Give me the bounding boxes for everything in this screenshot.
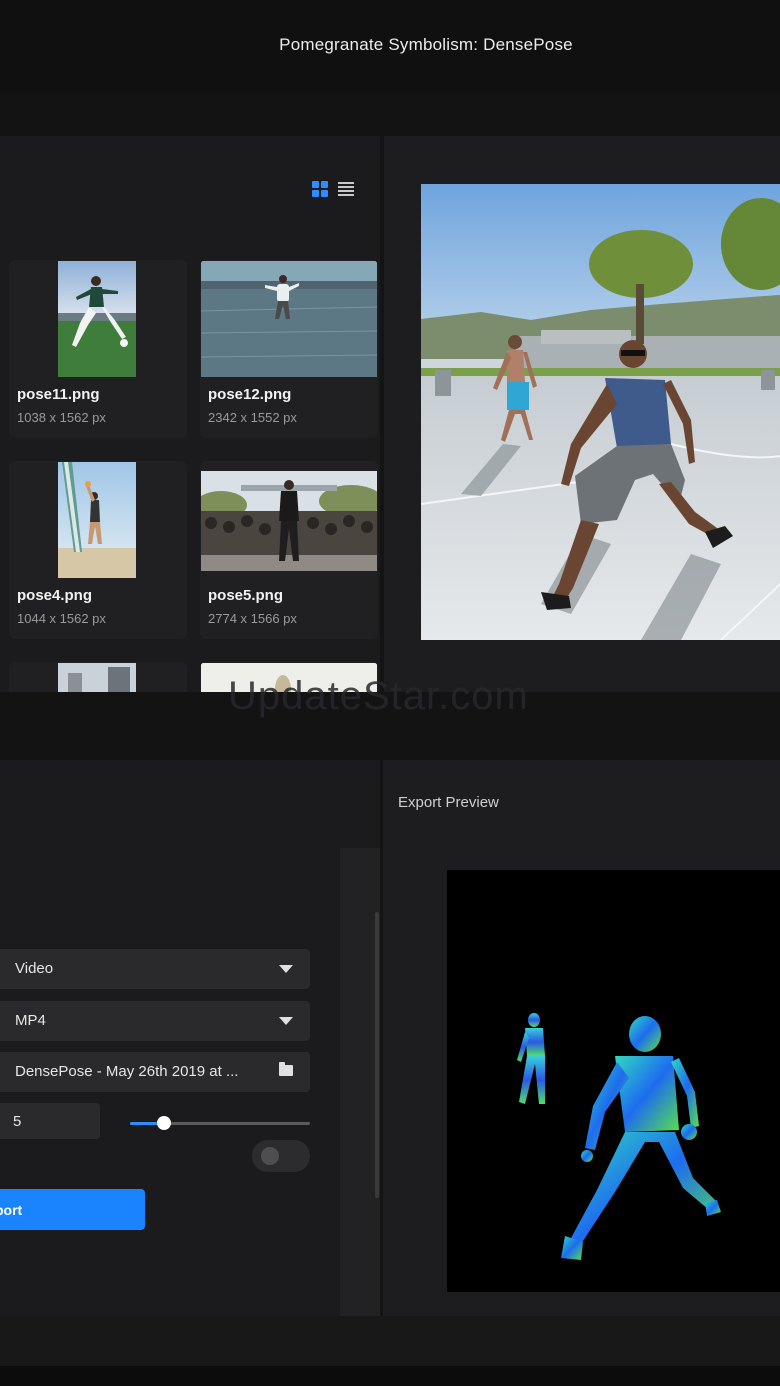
file-dimensions: 1044 x 1562 px <box>17 611 106 626</box>
preview-image <box>421 184 780 640</box>
image-gallery-panel: pose11.png 1038 x 1562 px pose12.png 234… <box>0 136 380 692</box>
toggle-knob <box>261 1147 279 1165</box>
watermark: UpdateStar.com <box>228 674 529 718</box>
thumbnail-image <box>58 261 136 377</box>
export-preview-title: Export Preview <box>398 794 499 811</box>
export-type-value: Video <box>15 960 54 977</box>
export-type-select[interactable]: Video <box>0 949 310 989</box>
toolbar-strip <box>0 92 780 136</box>
file-name: pose11.png <box>17 386 100 403</box>
window-title: Pomegranate Symbolism: DensePose <box>279 35 573 54</box>
file-dimensions: 1038 x 1562 px <box>17 410 106 425</box>
export-button-label: port <box>0 1202 23 1218</box>
destination-field[interactable]: DensePose - May 26th 2019 at ... <box>0 1052 310 1092</box>
gallery-card[interactable]: pose5.png 2774 x 1566 px <box>200 461 378 639</box>
scrollbar[interactable] <box>375 912 379 1198</box>
gallery-card[interactable]: pose11.png 1038 x 1562 px <box>9 260 187 438</box>
export-button[interactable]: port <box>0 1189 145 1230</box>
destination-value: DensePose - May 26th 2019 at ... <box>15 1063 239 1080</box>
thumbnail-image <box>201 261 377 377</box>
option-toggle[interactable] <box>252 1140 310 1172</box>
fps-slider[interactable] <box>130 1116 310 1130</box>
gallery-card[interactable]: pose12.png 2342 x 1552 px <box>200 260 378 438</box>
file-dimensions: 2774 x 1566 px <box>208 611 297 626</box>
gallery-card[interactable]: pose4.png 1044 x 1562 px <box>9 461 187 639</box>
chevron-down-icon <box>279 1017 293 1025</box>
folder-icon[interactable] <box>279 1062 293 1076</box>
title-bar: Pomegranate Symbolism: DensePose <box>0 0 780 92</box>
status-strip <box>0 1316 780 1366</box>
thumbnail-image <box>58 663 136 692</box>
gallery-card[interactable] <box>9 662 187 692</box>
thumbnail-image <box>201 471 377 571</box>
export-format-value: MP4 <box>15 1012 46 1029</box>
export-format-select[interactable]: MP4 <box>0 1001 310 1041</box>
densepose-preview-canvas <box>447 870 780 1292</box>
file-name: pose12.png <box>208 386 292 403</box>
chevron-down-icon <box>279 965 293 973</box>
fps-value: 5 <box>13 1113 22 1130</box>
grid-view-icon[interactable] <box>311 180 329 198</box>
list-view-icon[interactable] <box>338 180 356 198</box>
file-dimensions: 2342 x 1552 px <box>208 410 297 425</box>
slider-handle[interactable] <box>157 1116 171 1130</box>
fps-input[interactable]: 5 <box>0 1103 100 1139</box>
file-name: pose4.png <box>17 587 93 604</box>
thumbnail-image <box>58 462 136 578</box>
file-name: pose5.png <box>208 587 284 604</box>
bottom-edge <box>0 1366 780 1386</box>
image-preview-panel <box>384 136 780 692</box>
